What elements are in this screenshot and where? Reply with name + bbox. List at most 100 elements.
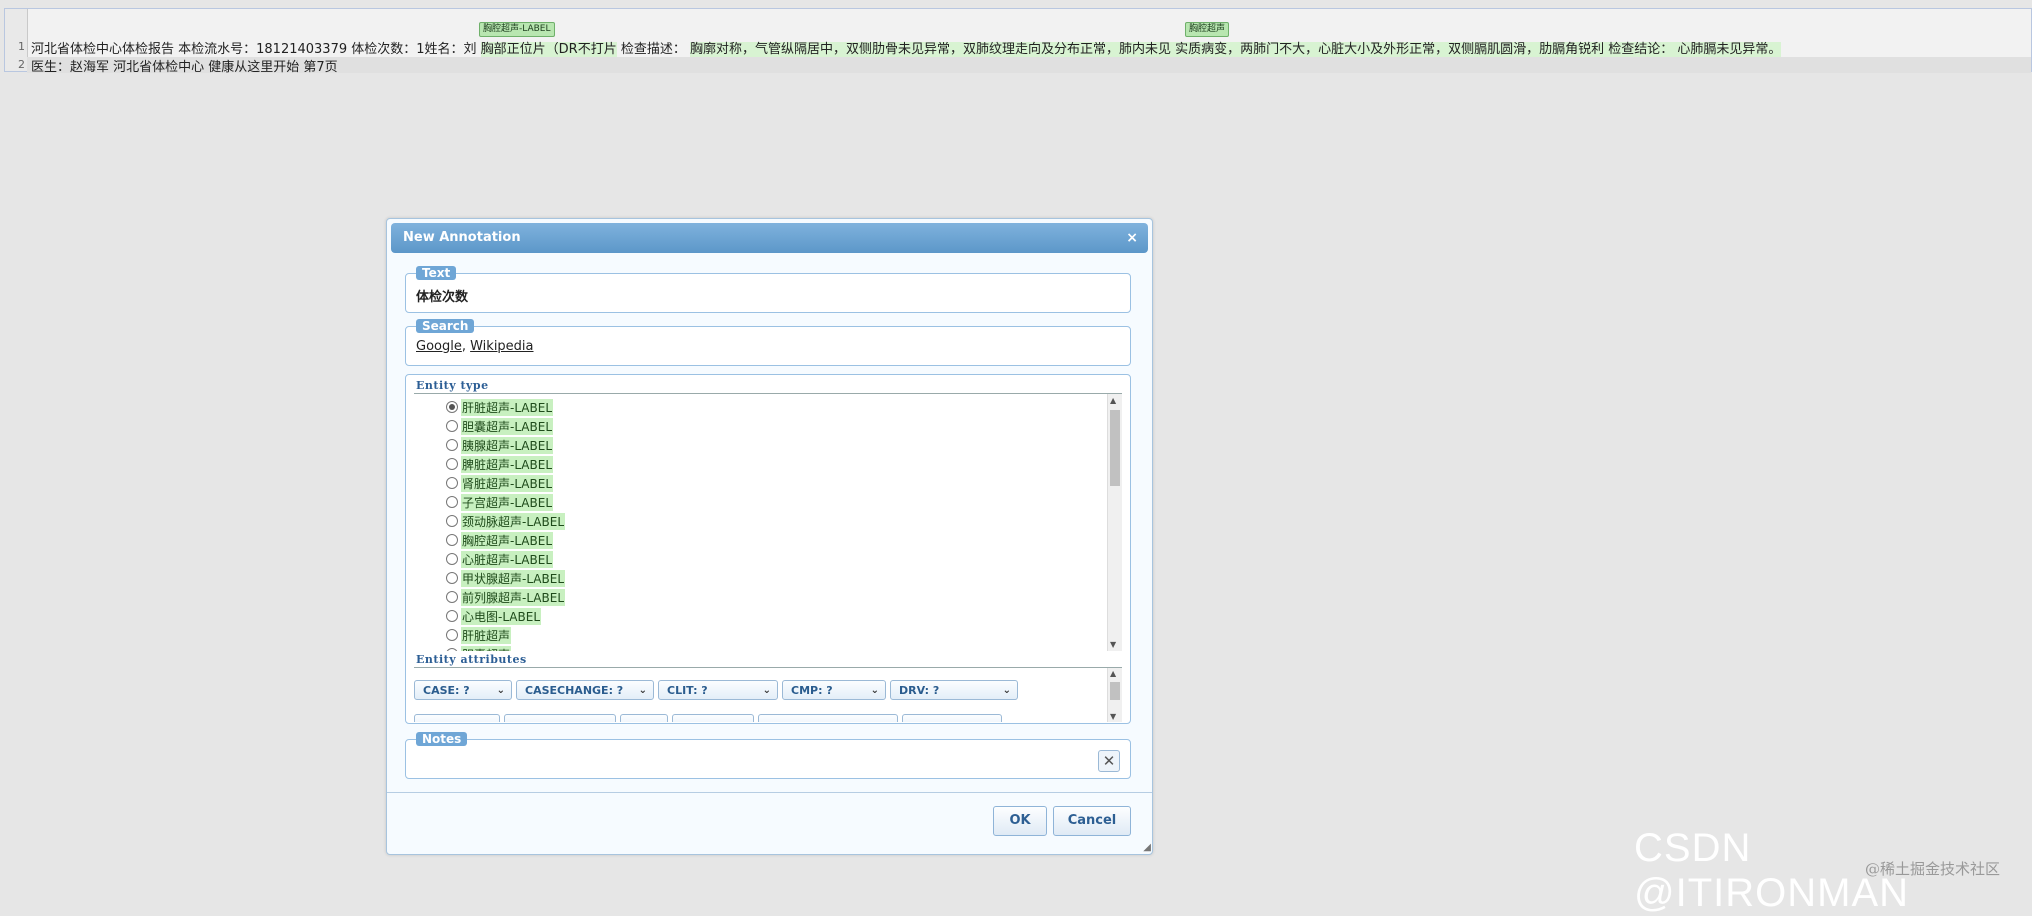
- close-icon[interactable]: ×: [1126, 223, 1138, 253]
- entity-type-label: 颈动脉超声-LABEL: [461, 512, 566, 530]
- line1-text-b: 检查描述：: [616, 42, 690, 57]
- entity-attributes-list[interactable]: ▲ ▼ CASE: ? ⌄ CASECHANGE: ? ⌄ CLIT: ? ⌄ CMP: ?…: [414, 667, 1122, 722]
- line1-text-a: 河北省体检中心体检报告 本检流水号：18121403379 体检次数：1姓名：刘: [31, 42, 481, 57]
- entity-attributes-heading: Entity attributes: [416, 653, 527, 666]
- new-annotation-dialog: New Annotation × Text 体检次数 Search Google…: [386, 218, 1153, 855]
- entity-type-label: 前列腺超声-LABEL: [461, 588, 566, 606]
- radio-button[interactable]: [446, 534, 458, 546]
- wikipedia-link[interactable]: Wikipedia: [470, 339, 533, 354]
- attr-scroll-down-icon[interactable]: ▼: [1110, 712, 1116, 721]
- attribute-select[interactable]: CASECHANGE: ? ⌄: [516, 680, 654, 700]
- entity-type-label: 心脏超声-LABEL: [461, 550, 554, 568]
- attribute-select-partial[interactable]: [672, 714, 754, 722]
- selected-text: 体检次数: [416, 290, 469, 305]
- attribute-select[interactable]: DRV: ? ⌄: [890, 680, 1018, 700]
- span-tag-label-1[interactable]: 胸腔超声-LABEL: [479, 22, 555, 37]
- radio-button[interactable]: [446, 420, 458, 432]
- attribute-select-partial[interactable]: [902, 714, 1002, 722]
- attr-scroll-thumb[interactable]: [1110, 682, 1120, 700]
- attribute-select-label: DRV: ?: [899, 684, 940, 697]
- entity-type-label: 脾脏超声-LABEL: [461, 455, 554, 473]
- cancel-button[interactable]: Cancel: [1053, 806, 1131, 836]
- chevron-down-icon: ⌄: [762, 685, 771, 696]
- scroll-thumb[interactable]: [1110, 410, 1120, 486]
- search-fieldset: Search Google, Wikipedia: [405, 319, 1131, 366]
- chevron-down-icon: ⌄: [870, 685, 879, 696]
- annotated-span-1[interactable]: 胸部正位片（DR不打片: [480, 42, 617, 57]
- entity-type-list[interactable]: ▲ ▼ 肝脏超声-LABEL 胆囊超声-LABEL 胰腺超声-LABEL 脾脏超声-L…: [414, 393, 1122, 651]
- entity-type-option[interactable]: 肾脏超声-LABEL: [446, 474, 554, 492]
- entity-type-option[interactable]: 心电图-LABEL: [446, 607, 542, 625]
- entity-type-option[interactable]: 脾脏超声-LABEL: [446, 455, 554, 473]
- document-line-1[interactable]: 河北省体检中心体检报告 本检流水号：18121403379 体检次数：1姓名：刘…: [31, 38, 1782, 57]
- entity-type-label: 胰腺超声-LABEL: [461, 436, 554, 454]
- entity-type-option[interactable]: 胆囊超声-LABEL: [446, 417, 554, 435]
- entity-type-label: 肾脏超声-LABEL: [461, 474, 554, 492]
- entity-type-label: 胆囊超声: [461, 645, 512, 651]
- ok-button[interactable]: OK: [993, 806, 1047, 836]
- entity-list-scrollbar[interactable]: ▲ ▼: [1107, 394, 1122, 651]
- watermark-juejin: @稀土掘金技术社区: [1865, 860, 2001, 878]
- entity-type-label: 肝脏超声: [461, 626, 512, 644]
- attribute-select-partial[interactable]: [758, 714, 898, 722]
- document-panel: 胸腔超声-LABEL 胸腔超声 1 河北省体检中心体检报告 本检流水号：1812…: [4, 8, 2032, 75]
- radio-button[interactable]: [446, 648, 458, 651]
- search-separator: ,: [461, 339, 471, 354]
- attribute-select[interactable]: CASE: ? ⌄: [414, 680, 512, 700]
- radio-button[interactable]: [446, 439, 458, 451]
- entity-type-option[interactable]: 心脏超声-LABEL: [446, 550, 554, 568]
- entity-type-option[interactable]: 颈动脉超声-LABEL: [446, 512, 566, 530]
- entity-type-option[interactable]: 肝脏超声-LABEL: [446, 398, 554, 416]
- attr-scroll-up-icon[interactable]: ▲: [1110, 669, 1116, 678]
- footer-divider: [387, 792, 1152, 793]
- radio-button[interactable]: [446, 610, 458, 622]
- radio-button[interactable]: [446, 553, 458, 565]
- document-line-2[interactable]: 医生：赵海军 河北省体检中心 健康从这里开始 第7页: [31, 56, 338, 75]
- attribute-select-partial[interactable]: [504, 714, 616, 722]
- clear-notes-icon[interactable]: ✕: [1098, 750, 1120, 772]
- scroll-down-icon[interactable]: ▼: [1110, 640, 1116, 649]
- radio-button[interactable]: [446, 591, 458, 603]
- dialog-title: New Annotation: [403, 230, 521, 245]
- attribute-select[interactable]: CMP: ? ⌄: [782, 680, 886, 700]
- dialog-titlebar[interactable]: New Annotation ×: [391, 223, 1148, 253]
- entity-type-option[interactable]: 子宫超声-LABEL: [446, 493, 554, 511]
- entity-type-label: 肝脏超声-LABEL: [461, 398, 554, 416]
- entity-type-label: 甲状腺超声-LABEL: [461, 569, 566, 587]
- radio-button[interactable]: [446, 458, 458, 470]
- resize-grip-icon[interactable]: ◢: [1143, 842, 1151, 853]
- attribute-select-partial[interactable]: [414, 714, 500, 722]
- entity-fieldset: Entity type ▲ ▼ 肝脏超声-LABEL 胆囊超声-LABEL 胰腺超声…: [405, 374, 1131, 724]
- attribute-select[interactable]: CLIT: ? ⌄: [658, 680, 778, 700]
- radio-button[interactable]: [446, 515, 458, 527]
- attribute-select-label: CASECHANGE: ?: [525, 684, 624, 697]
- chevron-down-icon: ⌄: [638, 685, 647, 696]
- radio-button[interactable]: [446, 572, 458, 584]
- line-number-1: 1: [18, 40, 25, 53]
- radio-button[interactable]: [446, 401, 458, 413]
- entity-type-label: 胆囊超声-LABEL: [461, 417, 554, 435]
- radio-button[interactable]: [446, 496, 458, 508]
- entity-type-option[interactable]: 肝脏超声: [446, 626, 512, 644]
- annotated-span-2[interactable]: 胸廓对称，气管纵隔居中，双侧肋骨未见异常，双肺纹理走向及分布正常，肺内未见 实质…: [689, 42, 1782, 57]
- search-links: Google, Wikipedia: [416, 339, 534, 354]
- span-tag-label-2[interactable]: 胸腔超声: [1185, 22, 1230, 37]
- notes-fieldset: Notes ✕: [405, 732, 1131, 779]
- entity-type-label: 心电图-LABEL: [461, 607, 542, 625]
- entity-type-label: 胸腔超声-LABEL: [461, 531, 554, 549]
- entity-type-option[interactable]: 胸腔超声-LABEL: [446, 531, 554, 549]
- attribute-select-label: CASE: ?: [423, 684, 470, 697]
- entity-type-option[interactable]: 胰腺超声-LABEL: [446, 436, 554, 454]
- attributes-scrollbar[interactable]: ▲ ▼: [1107, 668, 1122, 722]
- entity-type-option[interactable]: 前列腺超声-LABEL: [446, 588, 566, 606]
- text-legend: Text: [416, 266, 457, 280]
- entity-type-option[interactable]: 甲状腺超声-LABEL: [446, 569, 566, 587]
- radio-button[interactable]: [446, 629, 458, 641]
- line-number-2: 2: [18, 58, 25, 71]
- radio-button[interactable]: [446, 477, 458, 489]
- entity-type-option[interactable]: 胆囊超声: [446, 645, 512, 651]
- attribute-select-partial[interactable]: [620, 714, 668, 722]
- google-link[interactable]: Google: [416, 339, 462, 354]
- entity-type-label: 子宫超声-LABEL: [461, 493, 554, 511]
- scroll-up-icon[interactable]: ▲: [1110, 396, 1116, 405]
